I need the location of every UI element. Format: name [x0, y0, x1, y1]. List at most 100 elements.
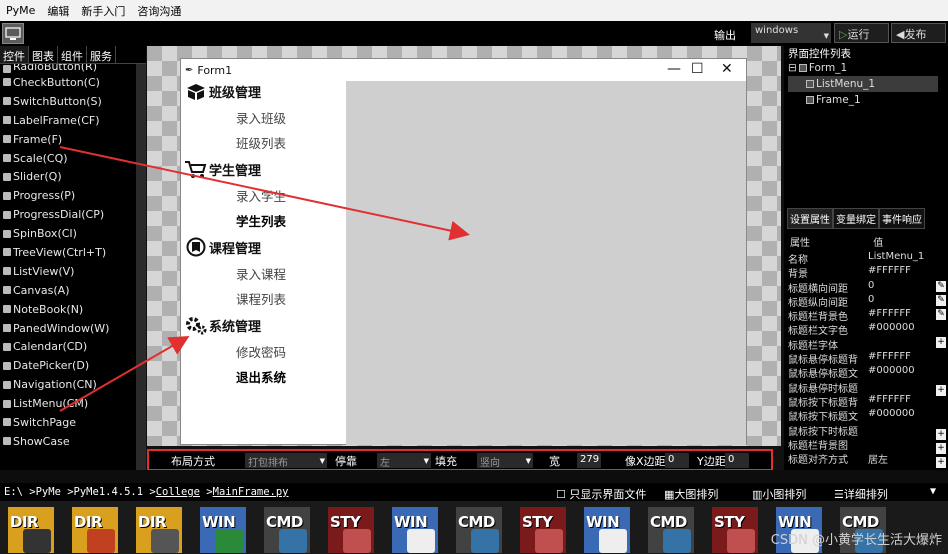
list-menu-item[interactable]: 录入班级: [236, 108, 286, 127]
file-tile[interactable]: CMD: [264, 507, 310, 553]
tab-services[interactable]: 服务: [87, 46, 116, 63]
splitter[interactable]: [0, 470, 948, 483]
file-tile[interactable]: WIN: [200, 507, 246, 553]
component-item[interactable]: SwitchPage: [0, 413, 136, 432]
tree-node[interactable]: ListMenu_1: [788, 76, 938, 92]
monitor-icon[interactable]: [2, 23, 24, 44]
property-row[interactable]: 鼠标悬停时标题: [788, 380, 940, 394]
property-row[interactable]: 鼠标悬停标题背 #FFFFFF: [788, 351, 940, 365]
chevron-down-icon[interactable]: ▼: [930, 486, 936, 497]
small-icons-option[interactable]: ▥小图排列: [752, 486, 806, 502]
file-tile[interactable]: DIR: [72, 507, 118, 553]
property-row[interactable]: 标题横向间距 0: [788, 280, 940, 294]
minimize-icon[interactable]: —: [667, 61, 681, 77]
publish-button[interactable]: ◀发布: [891, 23, 946, 43]
tab-set-properties[interactable]: 设置属性: [787, 208, 833, 229]
component-item[interactable]: Scale(CQ): [0, 149, 136, 168]
property-value[interactable]: [868, 380, 938, 394]
file-tile[interactable]: DIR: [8, 507, 54, 553]
component-item[interactable]: Frame(F): [0, 130, 136, 149]
file-tile[interactable]: STY: [520, 507, 566, 553]
property-grid-scrollbar[interactable]: ✎ ✎ ✎ + + + + +: [936, 251, 946, 471]
detail-option[interactable]: ☰详细排列: [834, 486, 888, 502]
property-value[interactable]: [868, 337, 938, 351]
breadcrumb-college[interactable]: College: [156, 486, 200, 498]
property-row[interactable]: 名称 ListMenu_1: [788, 251, 940, 265]
menu-getting-started[interactable]: 新手入门: [75, 3, 131, 19]
tab-event-response[interactable]: 事件响应: [879, 208, 925, 229]
padx-input[interactable]: 0: [665, 453, 689, 468]
property-value[interactable]: #FFFFFF: [868, 351, 938, 365]
component-item[interactable]: Slider(Q): [0, 167, 136, 186]
component-item[interactable]: DatePicker(D): [0, 356, 136, 375]
property-row[interactable]: 背景 #FFFFFF: [788, 265, 940, 279]
component-item[interactable]: CheckButton(C): [0, 73, 136, 92]
property-value[interactable]: #FFFFFF: [868, 308, 938, 322]
pen-icon[interactable]: ✎: [936, 295, 946, 306]
property-row[interactable]: 鼠标按下标题背 #FFFFFF: [788, 394, 940, 408]
list-menu-group[interactable]: 课程管理: [183, 236, 261, 258]
property-row[interactable]: 鼠标按下时标题: [788, 423, 940, 437]
list-menu-group[interactable]: 班级管理: [183, 80, 261, 102]
component-item[interactable]: LabelFrame(CF): [0, 111, 136, 130]
property-row[interactable]: 标题栏字体: [788, 337, 940, 351]
form-window[interactable]: ✒ Form1 — ☐ ✕ 班级管理 录入班级 班级列表 学生管理 录入学生 学生列表 课程…: [180, 58, 747, 445]
tab-charts[interactable]: 图表: [29, 46, 58, 63]
list-menu-item[interactable]: 修改密码: [236, 342, 286, 361]
property-value[interactable]: 居左: [868, 451, 938, 465]
tab-components[interactable]: 组件: [58, 46, 87, 63]
breadcrumb[interactable]: E:\ >PyMe >PyMe1.4.5.1 >College >MainFra…: [4, 486, 289, 498]
file-tile[interactable]: WIN: [392, 507, 438, 553]
file-tile[interactable]: CMD: [648, 507, 694, 553]
fill-select[interactable]: 竖向 ▼: [477, 453, 533, 469]
list-menu-item[interactable]: 班级列表: [236, 133, 286, 152]
pen-icon[interactable]: ✎: [936, 309, 946, 320]
file-tile[interactable]: WIN: [584, 507, 630, 553]
component-item[interactable]: ShowCase: [0, 432, 136, 451]
menu-consult[interactable]: 咨询沟通: [131, 3, 187, 19]
plus-icon[interactable]: +: [936, 385, 946, 396]
maximize-icon[interactable]: ☐: [691, 61, 704, 77]
property-row[interactable]: 鼠标悬停标题文 #000000: [788, 365, 940, 379]
file-tile[interactable]: STY: [712, 507, 758, 553]
property-value[interactable]: ListMenu_1: [868, 251, 938, 265]
component-item[interactable]: Navigation(CN): [0, 375, 136, 394]
component-item[interactable]: ListMenu(CM): [0, 394, 136, 413]
property-value[interactable]: 0: [868, 294, 938, 308]
component-list-scrollbar[interactable]: [136, 64, 146, 470]
close-icon[interactable]: ✕: [721, 61, 733, 77]
pady-input[interactable]: 0: [725, 453, 749, 468]
property-row[interactable]: 标题纵向间距 0: [788, 294, 940, 308]
property-row[interactable]: 标题栏背景色 #FFFFFF: [788, 308, 940, 322]
property-row[interactable]: 标题对齐方式 居左: [788, 451, 940, 465]
only-ui-checkbox[interactable]: ☐ 只显示界面文件: [556, 486, 646, 502]
tree-node[interactable]: ⊟ Form_1: [788, 60, 938, 76]
tab-variable-binding[interactable]: 变量绑定: [833, 208, 879, 229]
component-item[interactable]: Calendar(CD): [0, 337, 136, 356]
plus-icon[interactable]: +: [936, 457, 946, 468]
property-value[interactable]: #000000: [868, 322, 938, 336]
property-row[interactable]: 鼠标按下标题文 #000000: [788, 408, 940, 422]
list-menu-item[interactable]: 录入课程: [236, 264, 286, 283]
property-value[interactable]: [868, 437, 938, 451]
breadcrumb-file[interactable]: MainFrame.py: [213, 486, 289, 498]
component-item[interactable]: Progress(P): [0, 186, 136, 205]
file-tile[interactable]: STY: [328, 507, 374, 553]
design-canvas[interactable]: ✒ Form1 — ☐ ✕ 班级管理 录入班级 班级列表 学生管理 录入学生 学生列表 课程…: [147, 46, 781, 446]
plus-icon[interactable]: +: [936, 337, 946, 348]
list-menu-item[interactable]: 退出系统: [236, 367, 286, 386]
plus-icon[interactable]: +: [936, 429, 946, 440]
list-menu-group[interactable]: 系统管理: [183, 314, 261, 336]
property-row[interactable]: 标题栏背景图: [788, 437, 940, 451]
component-item[interactable]: PanedWindow(W): [0, 319, 136, 338]
component-item[interactable]: Canvas(A): [0, 281, 136, 300]
property-value[interactable]: [868, 423, 938, 437]
run-button[interactable]: ▷运行: [834, 23, 889, 43]
property-value[interactable]: #000000: [868, 365, 938, 379]
component-item[interactable]: TreeView(Ctrl+T): [0, 243, 136, 262]
component-item[interactable]: ProgressDial(CP): [0, 205, 136, 224]
component-item[interactable]: SwitchButton(S): [0, 92, 136, 111]
list-menu-group[interactable]: 学生管理: [183, 158, 261, 180]
dock-select[interactable]: 左 ▼: [377, 453, 431, 469]
form-titlebar[interactable]: ✒ Form1 — ☐ ✕: [181, 59, 746, 81]
